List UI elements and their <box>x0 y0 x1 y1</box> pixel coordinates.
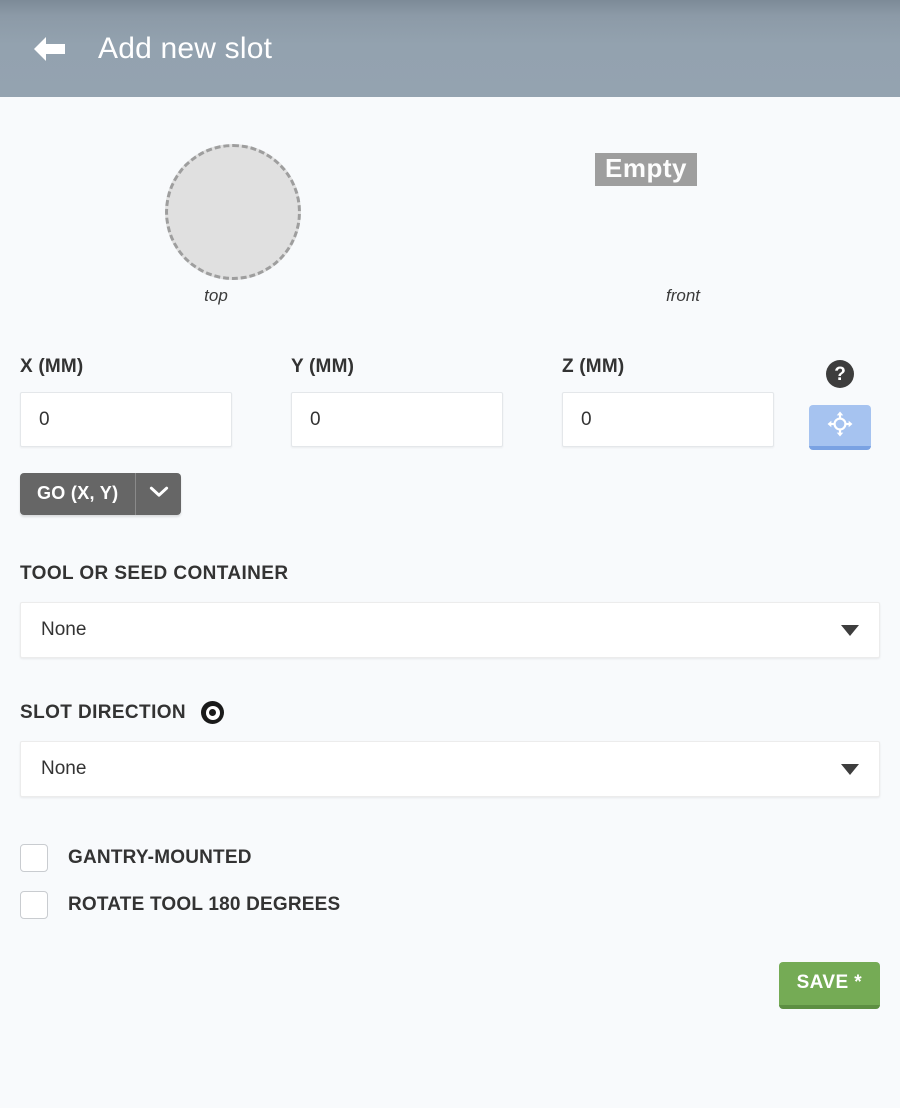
caret-down-icon <box>841 764 859 775</box>
tool-container-label: TOOL OR SEED CONTAINER <box>20 563 880 585</box>
chevron-down-icon <box>149 486 169 502</box>
tool-container-value: None <box>41 619 86 641</box>
slot-direction-value: None <box>41 758 86 780</box>
panel-body: top front Empty X (MM) Y (MM) Z (MM) ? <box>0 97 900 1009</box>
move-to-location-button[interactable] <box>809 405 871 450</box>
slot-direction-label-text: SLOT DIRECTION <box>20 702 186 724</box>
bullseye-icon[interactable] <box>201 701 224 724</box>
status-badge: Empty <box>595 153 697 186</box>
go-dropdown-toggle[interactable] <box>135 473 181 515</box>
footer-actions: SAVE * <box>20 962 880 1009</box>
back-arrow-icon[interactable] <box>28 32 70 66</box>
gantry-mounted-row[interactable]: GANTRY-MOUNTED <box>20 844 880 872</box>
front-view-label: front <box>468 286 898 306</box>
y-coordinate-field: Y (MM) <box>291 356 503 447</box>
go-button-row: GO (X, Y) <box>20 473 880 515</box>
x-coordinate-field: X (MM) <box>20 356 232 447</box>
slot-circle-shape <box>165 144 301 280</box>
front-view-panel: front <box>450 97 880 342</box>
y-input[interactable] <box>291 392 503 447</box>
tool-container-label-text: TOOL OR SEED CONTAINER <box>20 563 289 585</box>
panel-header: Add new slot <box>0 0 900 97</box>
gantry-mounted-checkbox[interactable] <box>20 844 48 872</box>
tool-container-select[interactable]: None <box>20 602 880 658</box>
gantry-mounted-label: GANTRY-MOUNTED <box>68 847 252 869</box>
rotate-tool-checkbox[interactable] <box>20 891 48 919</box>
bullseye-ring <box>206 706 220 720</box>
coordinate-tools: ? <box>809 356 871 450</box>
help-icon[interactable]: ? <box>826 360 854 388</box>
page-title: Add new slot <box>98 32 272 66</box>
slot-direction-select[interactable]: None <box>20 741 880 797</box>
go-split-button: GO (X, Y) <box>20 473 181 515</box>
x-label: X (MM) <box>20 356 232 378</box>
y-label: Y (MM) <box>291 356 503 378</box>
rotate-tool-label: ROTATE TOOL 180 DEGREES <box>68 894 340 916</box>
top-view-label: top <box>1 286 431 306</box>
caret-down-icon <box>841 625 859 636</box>
rotate-tool-row[interactable]: ROTATE TOOL 180 DEGREES <box>20 891 880 919</box>
slot-preview-row: top front Empty <box>20 97 880 342</box>
top-view-stage <box>20 97 450 302</box>
front-view-stage <box>450 97 880 302</box>
z-coordinate-field: Z (MM) <box>562 356 774 447</box>
save-button[interactable]: SAVE * <box>779 962 880 1009</box>
top-view-panel: top <box>20 97 450 342</box>
x-input[interactable] <box>20 392 232 447</box>
z-label: Z (MM) <box>562 356 774 378</box>
crosshairs-icon <box>827 411 853 440</box>
coordinate-inputs-row: X (MM) Y (MM) Z (MM) ? <box>20 356 880 447</box>
go-xy-button[interactable]: GO (X, Y) <box>20 473 135 515</box>
slot-direction-label: SLOT DIRECTION <box>20 701 880 724</box>
bullseye-dot <box>209 709 216 716</box>
z-input[interactable] <box>562 392 774 447</box>
